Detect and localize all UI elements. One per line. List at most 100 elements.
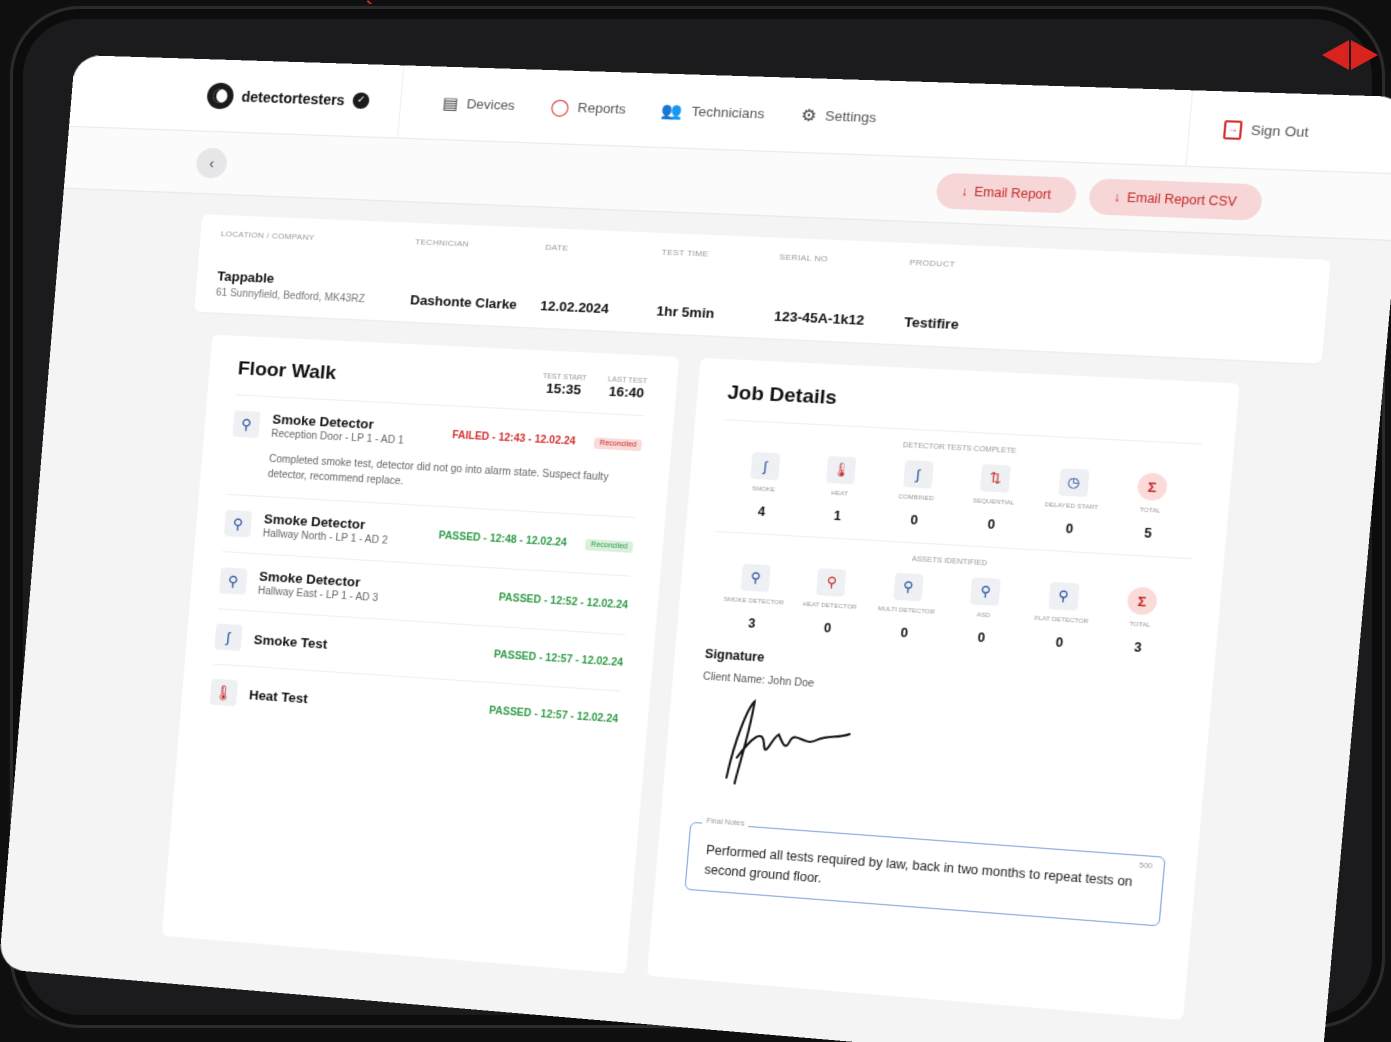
asset-smoke-detector: ⚲ SMOKE DETECTOR 3: [718, 562, 790, 632]
nav-item-label: Devices: [465, 96, 516, 114]
stat-label: COMBINED: [898, 494, 935, 503]
serial-value: 123-45A-1k12: [773, 308, 865, 328]
meta-values: Tappable 61 Sunnyfield, Bedford, MK43RZ …: [215, 268, 1302, 347]
meta-header: SERIAL NO: [778, 252, 829, 264]
final-notes-field[interactable]: Final Notes 500 Performed all tests requ…: [684, 817, 1166, 927]
stat-label: ASD: [976, 612, 991, 620]
brand-logo-icon: [206, 81, 235, 109]
stat-value: 3: [747, 615, 756, 631]
meta-header: TEST TIME: [661, 247, 710, 259]
location-cell: Tappable 61 Sunnyfield, Bedford, MK43RZ: [215, 268, 412, 307]
brand-name: detectortesters: [240, 88, 346, 108]
meta-header: TECHNICIAN: [414, 237, 470, 249]
stat-value: 0: [1065, 521, 1074, 537]
smoke-icon: ∫: [750, 451, 781, 481]
nav-items: ▤ Devices ◯ Reports 👥 Technicians ⚙ Sett…: [442, 93, 1190, 139]
stat-label: FLAT DETECTOR: [1034, 615, 1089, 626]
email-report-button[interactable]: ↓ Email Report: [935, 172, 1078, 214]
asset-heat-detector: ⚲ HEAT DETECTOR 0: [793, 567, 866, 638]
nav-item-label: Technicians: [690, 103, 766, 122]
stat-sequential: ⇅ SEQUENTIAL 0: [957, 463, 1031, 534]
combined-icon: ∫: [902, 459, 934, 489]
back-button[interactable]: ‹: [195, 147, 229, 179]
detector-tests-section: DETECTOR TESTS COMPLETE ∫ SMOKE 4 🌡 HEAT…: [716, 419, 1203, 544]
meta-header: LOCATION / COMPANY: [220, 229, 316, 243]
nav-item-technicians[interactable]: 👥 Technicians: [661, 100, 765, 124]
last-test-value: 16:40: [608, 383, 645, 401]
item-name: Smoke Test: [253, 631, 328, 652]
smoke-test-icon: ∫: [214, 623, 243, 652]
stat-label: MULTI DETECTOR: [877, 606, 935, 616]
stat-value: 0: [987, 516, 996, 533]
sign-out-label: Sign Out: [1250, 122, 1310, 141]
asd-icon: ⚲: [970, 577, 1002, 607]
status-badge: Reconciled: [593, 436, 643, 451]
stat-value: 5: [1143, 525, 1153, 541]
sigma-icon: Σ: [1126, 586, 1158, 616]
sigma-icon: Σ: [1136, 472, 1169, 502]
notes-text: Performed all tests required by law, bac…: [703, 842, 1134, 890]
status-passed: PASSED - 12:57 - 12.02.24: [488, 704, 619, 725]
date-value: 12.02.2024: [539, 297, 610, 317]
nav-item-settings[interactable]: ⚙ Settings: [800, 105, 877, 128]
nav-item-devices[interactable]: ▤ Devices: [442, 93, 516, 116]
stat-smoke: ∫ SMOKE 4: [728, 451, 800, 521]
asset-asd: ⚲ ASD 0: [947, 576, 1021, 647]
test-time-value: 1hr 5min: [655, 303, 715, 322]
status-passed: PASSED - 12:52 - 12.02.24: [498, 591, 629, 612]
stat-heat: 🌡 HEAT 1: [803, 455, 876, 525]
stat-combined: ∫ COMBINED 0: [880, 459, 954, 530]
notes-label: Final Notes: [701, 817, 750, 829]
product-value: Testifire: [903, 314, 960, 333]
assets-section: ASSETS IDENTIFIED ⚲ SMOKE DETECTOR 3 ⚲ H…: [707, 530, 1193, 658]
nav-item-reports[interactable]: ◯ Reports: [550, 96, 627, 119]
app-screen: detectortesters ✓ ▤ Devices ◯ Reports 👥 …: [0, 55, 1391, 1042]
nav-item-label: Reports: [577, 99, 627, 117]
stat-value: 0: [899, 625, 909, 641]
stat-value: 0: [909, 512, 919, 528]
stat-label: DELAYED START: [1044, 502, 1099, 512]
download-arrow-icon: ↓: [1112, 189, 1121, 205]
email-report-label: Email Report: [973, 184, 1052, 202]
chevron-left-icon: ‹: [208, 154, 215, 171]
thermometer-icon: 🌡: [826, 455, 857, 485]
meta-header: PRODUCT: [909, 257, 956, 269]
smoke-detector-icon: ⚲: [740, 563, 771, 593]
download-arrow-icon: ↓: [960, 183, 969, 199]
stat-value: 0: [977, 630, 986, 646]
asset-total: Σ TOTAL 3: [1103, 585, 1179, 657]
email-report-csv-label: Email Report CSV: [1126, 189, 1238, 209]
stat-delayed-start: ◷ DELAYED START 0: [1034, 467, 1109, 538]
stat-label: TOTAL: [1129, 621, 1151, 630]
test-start: TEST START 15:35: [541, 373, 587, 398]
thermometer-icon: 🌡: [209, 678, 239, 707]
timer-icon: ◷: [1057, 468, 1090, 498]
multi-detector-icon: ⚲: [892, 572, 924, 602]
stat-label: HEAT: [830, 490, 849, 498]
item-note: Completed smoke test, detector did not g…: [267, 453, 609, 488]
sign-out-button[interactable]: → Sign Out: [1185, 90, 1363, 172]
technician-value: Dashonte Clarke: [409, 292, 518, 313]
double-arrow-icon: [1322, 40, 1380, 70]
smoke-detector-icon: ⚲: [232, 410, 261, 438]
verified-badge-icon: ✓: [352, 91, 371, 109]
asset-multi-detector: ⚲ MULTI DETECTOR 0: [870, 571, 944, 642]
stat-label: TOTAL: [1139, 507, 1161, 515]
flat-detector-icon: ⚲: [1047, 581, 1080, 611]
status-failed: FAILED - 12:43 - 12.02.24: [451, 429, 576, 448]
item-name: Heat Test: [248, 686, 309, 706]
stat-value: 4: [757, 504, 766, 520]
brand[interactable]: detectortesters ✓: [204, 59, 405, 138]
meta-header: DATE: [544, 242, 569, 253]
email-report-csv-button[interactable]: ↓ Email Report CSV: [1087, 177, 1264, 221]
smoke-detector-icon: ⚲: [218, 567, 248, 595]
job-details-title: Job Details: [726, 382, 838, 410]
report-panels: Floor Walk TEST START 15:35 LAST TEST 16…: [161, 334, 1320, 1027]
heat-detector-icon: ⚲: [816, 568, 847, 597]
floor-walk-panel: Floor Walk TEST START 15:35 LAST TEST 16…: [161, 334, 680, 974]
stat-total: Σ TOTAL 5: [1113, 471, 1189, 543]
stat-value: 1: [833, 508, 842, 524]
test-start-value: 15:35: [545, 380, 582, 398]
smoke-detector-icon: ⚲: [223, 509, 253, 538]
signature-image: [715, 694, 885, 798]
